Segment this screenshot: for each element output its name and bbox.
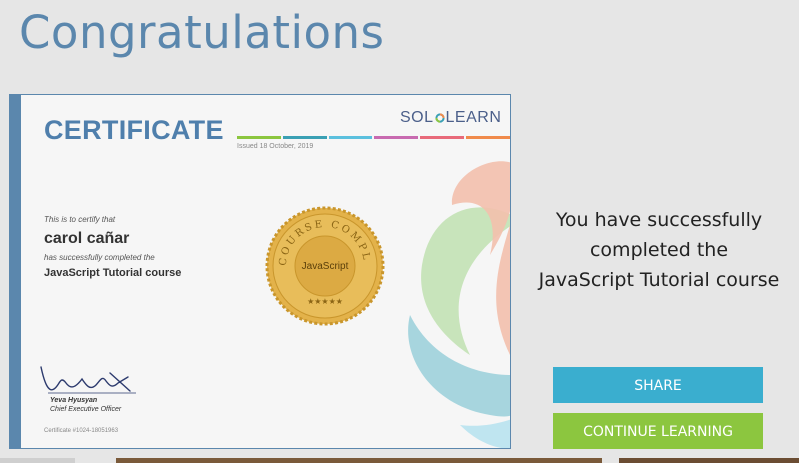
message-line-2: completed the [589,239,729,261]
signer-title: Chief Executive Officer [50,406,122,413]
seal-stars: ★★★★★ [307,297,343,306]
message-line-1: You have successfully [555,209,763,231]
certificate-card: CERTIFICATE SOL LEARN Issued 18 October,… [9,94,511,449]
decorative-swirl-icon [408,161,510,448]
signer-name: Yeva Hyusyan [50,397,98,404]
sololearn-logo: SOL LEARN [400,109,501,127]
issued-date: Issued 18 October, 2019 [237,143,314,150]
recipient-name: carol cañar [44,230,130,247]
share-button[interactable]: SHARE [553,367,763,403]
logo-text-left: SOL [400,109,434,126]
logo-ring-icon [434,113,445,123]
logo-text-right: LEARN [445,109,502,126]
success-message: You have successfully completed the Java… [530,205,788,295]
certify-text: This is to certify that [44,215,116,224]
message-line-3: JavaScript Tutorial course [538,269,780,291]
seal-center-text: JavaScript [302,261,349,272]
bottom-content-strip [0,458,799,463]
certificate-number: Certificate #1024-18051963 [44,428,119,434]
course-completed-seal-icon: COURSE COMPLETED JavaScript ★★★★★ [264,205,385,326]
continue-learning-button[interactable]: CONTINUE LEARNING [553,413,763,449]
certificate-heading: CERTIFICATE [44,115,224,145]
color-stripe [237,136,510,139]
course-name: JavaScript Tutorial course [44,267,182,279]
signature-icon [40,366,136,394]
page-title: Congratulations [19,6,385,59]
completed-text: has successfully completed the [44,253,155,262]
certificate-side-bar [10,95,21,448]
